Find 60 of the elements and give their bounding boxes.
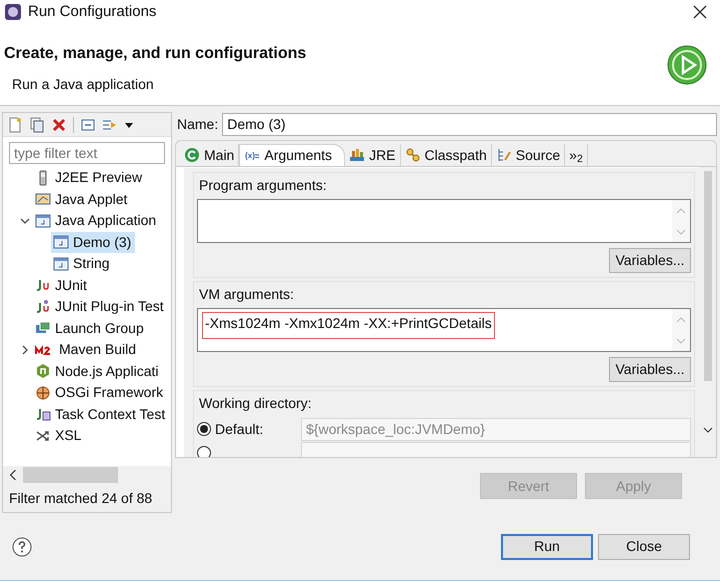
scroll-down-icon[interactable] bbox=[702, 425, 712, 435]
radio-button[interactable] bbox=[197, 446, 211, 457]
tree-item[interactable]: Node.js Applicati bbox=[33, 360, 163, 382]
radio-button[interactable] bbox=[197, 422, 211, 436]
tree-item[interactable]: String bbox=[51, 253, 114, 274]
collapse-all-icon[interactable] bbox=[80, 116, 96, 132]
tree-item[interactable]: Maven Build bbox=[33, 339, 140, 360]
tree-item[interactable]: Java Applet bbox=[33, 188, 132, 210]
window-title: Run Configurations bbox=[28, 2, 158, 22]
close-icon[interactable] bbox=[692, 4, 708, 20]
tree-item[interactable]: Task Context Test bbox=[33, 404, 170, 425]
new-file-icon[interactable] bbox=[7, 116, 23, 132]
vertical-scrollbar[interactable] bbox=[699, 167, 716, 457]
header-title: Create, manage, and run configurations bbox=[4, 44, 308, 64]
dialog-button[interactable]: Run bbox=[501, 534, 593, 560]
horizontal-scrollbar[interactable] bbox=[3, 466, 171, 484]
radio-label: Default: bbox=[215, 420, 264, 438]
header-subtitle: Run a Java application bbox=[11, 75, 155, 94]
variables-button[interactable]: Variables... bbox=[609, 248, 691, 273]
hexagon-icon bbox=[35, 363, 51, 380]
duplicate-icon[interactable] bbox=[29, 116, 45, 132]
junit-icon bbox=[35, 277, 51, 294]
applet-icon bbox=[35, 191, 51, 208]
group-label: Program arguments: bbox=[198, 176, 328, 195]
tree-item[interactable]: Demo (3) bbox=[51, 232, 136, 253]
junit-plugin-icon bbox=[35, 298, 51, 315]
filter-status: Filter matched 24 of 88 bbox=[9, 488, 152, 508]
tree-item[interactable]: J2EE Preview bbox=[33, 167, 146, 188]
group-label: Working directory: bbox=[198, 394, 313, 413]
window-icon bbox=[53, 256, 69, 272]
name-field[interactable]: Demo (3) bbox=[222, 112, 717, 136]
osgi-icon bbox=[35, 384, 51, 401]
scrollbar-thumb[interactable] bbox=[23, 467, 118, 483]
tree-item[interactable]: XSL bbox=[33, 425, 86, 446]
run-icon bbox=[666, 44, 708, 86]
tree-item[interactable]: Launch Group bbox=[33, 318, 148, 339]
tree-item[interactable]: JUnit bbox=[33, 274, 91, 296]
delete-icon[interactable] bbox=[51, 116, 67, 132]
classpath-icon bbox=[404, 147, 421, 163]
tree-item[interactable]: JUnit Plug-in Test bbox=[33, 296, 168, 318]
library-icon bbox=[349, 147, 366, 163]
tab[interactable]: Arguments bbox=[239, 144, 346, 166]
scrollbar-thumb[interactable] bbox=[704, 171, 712, 381]
main-tab-icon bbox=[184, 147, 200, 163]
help-icon[interactable] bbox=[12, 536, 32, 556]
name-label: Name: bbox=[177, 114, 218, 134]
variables-button[interactable]: Variables... bbox=[609, 357, 691, 382]
expand-chevron-icon[interactable] bbox=[20, 344, 30, 355]
source-icon bbox=[496, 147, 512, 163]
arguments-text: -Xms1024m -Xmx1024m -XX:+PrintGCDetails bbox=[202, 312, 495, 339]
dialog-button[interactable]: Close bbox=[598, 534, 690, 560]
window-icon bbox=[35, 212, 51, 229]
group-label: VM arguments: bbox=[198, 285, 295, 304]
tree-item[interactable]: OSGi Framework bbox=[33, 382, 168, 404]
collapse-chevron-icon[interactable] bbox=[20, 216, 30, 226]
filter-field[interactable]: type filter text bbox=[9, 142, 165, 164]
window-icon bbox=[53, 234, 69, 250]
tree-item[interactable]: Java Application bbox=[33, 210, 160, 232]
task-test-icon bbox=[35, 406, 51, 422]
app-icon bbox=[4, 3, 22, 21]
